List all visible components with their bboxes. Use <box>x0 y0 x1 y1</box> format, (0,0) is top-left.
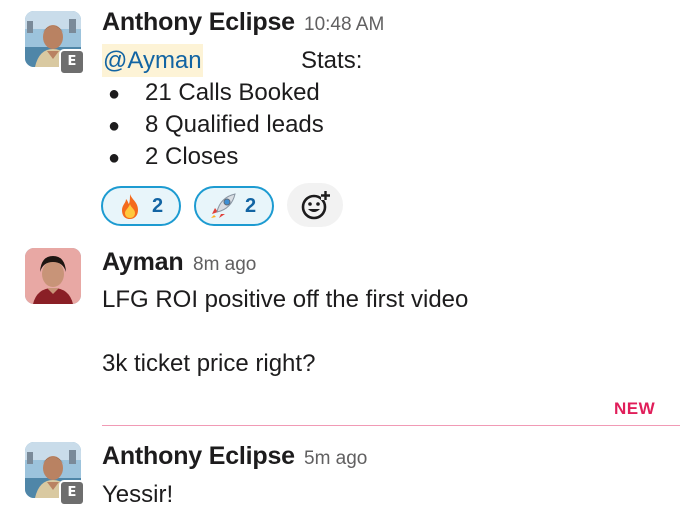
message-timestamp[interactable]: 5m ago <box>304 448 367 470</box>
new-messages-label: NEW <box>614 399 656 418</box>
add-reaction-smiley-icon <box>301 191 330 220</box>
fire-icon <box>122 194 138 219</box>
message-ayman: Ayman 8m ago LFG ROI positive off the fi… <box>0 240 680 400</box>
bullet-marker: ● <box>108 83 121 105</box>
reaction-rocket[interactable]: 2 <box>194 186 274 226</box>
reaction-count: 2 <box>245 194 257 217</box>
author-name[interactable]: Ayman <box>102 248 184 277</box>
reaction-count: 2 <box>152 194 164 217</box>
external-badge: E <box>59 480 85 506</box>
message-anthony-stats: E Anthony Eclipse 10:48 AM @Ayman Stats:… <box>0 0 680 240</box>
bullet-item: 8 Qualified leads <box>145 111 324 138</box>
message-timestamp[interactable]: 8m ago <box>193 254 256 276</box>
message-text-line: LFG ROI positive off the first video <box>102 286 469 313</box>
message-text-line: 3k ticket price right? <box>102 350 316 377</box>
bullet-item: 21 Calls Booked <box>145 79 320 106</box>
reaction-fire[interactable]: 2 <box>101 186 181 226</box>
rocket-icon <box>211 193 236 218</box>
user-mention[interactable]: @Ayman <box>102 44 203 77</box>
message-anthony-reply: E Anthony Eclipse 5m ago Yessir! <box>0 428 680 520</box>
new-messages-divider <box>102 425 680 426</box>
bullet-item: 2 Closes <box>145 143 239 170</box>
author-name[interactable]: Anthony Eclipse <box>102 442 295 471</box>
bullet-marker: ● <box>108 147 121 169</box>
avatar-ayman[interactable] <box>25 248 81 304</box>
add-reaction-button[interactable] <box>287 183 343 227</box>
author-name[interactable]: Anthony Eclipse <box>102 8 295 37</box>
bullet-marker: ● <box>108 115 121 137</box>
message-timestamp[interactable]: 10:48 AM <box>304 14 384 36</box>
message-text-line: Yessir! <box>102 481 174 508</box>
external-badge: E <box>59 49 85 75</box>
message-text-heading: Stats: <box>301 47 363 74</box>
